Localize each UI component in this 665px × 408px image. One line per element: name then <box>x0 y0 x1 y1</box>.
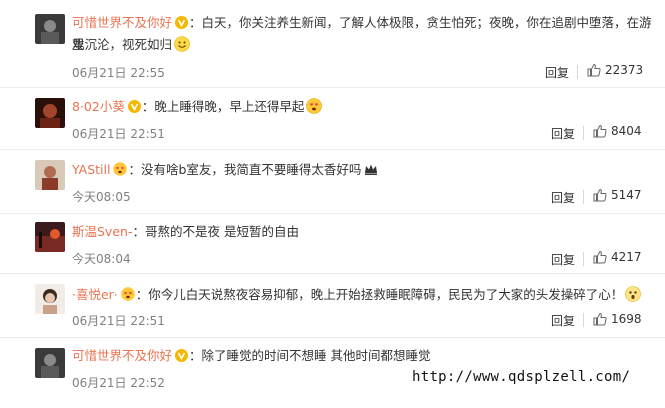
like-button[interactable]: 8404 <box>593 124 642 138</box>
watermark-text: http://www.qdsplzell.com/ <box>412 369 631 385</box>
username-link[interactable]: YAStill <box>72 162 110 177</box>
divider <box>583 313 584 327</box>
thumbs-up-icon <box>593 250 607 264</box>
comment-time: 今天08:04 <box>72 252 131 266</box>
comment-item: 8·02小葵 ：晚上睡得晚，早上还得早起 06月21日 22:51 回复 8404 <box>0 88 665 150</box>
comment-text: 斯温Sven-：哥熬的不是夜 是短暂的自由 <box>72 221 655 243</box>
comment-item: 斯温Sven-：哥熬的不是夜 是短暂的自由 今天08:04 回复 4217 <box>0 214 665 274</box>
comment-item: YAStill ：没有啥b室友，我简直不要睡得太香好吗 今天08:05 回复 51… <box>0 150 665 214</box>
comment-text: ·喜悦er· ：你今儿白天说熬夜容易抑郁，晚上开始拯救睡眠障碍，民民为了大家的头发… <box>72 284 655 306</box>
reply-button[interactable]: 回复 <box>551 312 575 329</box>
comment-text: 可惜世界不及你好 ：除了睡觉的时间不想睡 其他时间都想睡觉 <box>72 345 655 367</box>
comment-item: 可惜世界不及你好 ：白天，你关注养生新闻，了解人体极限，贪生怕死；夜晚，你在追剧中… <box>0 0 665 88</box>
comment-body: ：你今儿白天说熬夜容易抑郁，晚上开始拯救睡眠障碍，民民为了大家的头发操碎了心！ <box>135 287 624 302</box>
heart-eyes-badge-icon <box>120 287 135 301</box>
avatar[interactable] <box>35 98 65 128</box>
comment-body: ：晚上睡得晚，早上还得早起 <box>141 99 305 114</box>
thumbs-up-icon <box>593 188 607 202</box>
comment-time: 今天08:05 <box>72 190 131 204</box>
crown-emoji-icon <box>365 164 378 175</box>
comment-time: 06月21日 22:52 <box>72 376 165 390</box>
avatar[interactable] <box>35 348 65 378</box>
username-link[interactable]: 斯温Sven- <box>72 224 132 239</box>
heart-eyes-emoji-icon <box>306 98 323 114</box>
reply-button[interactable]: 回复 <box>545 64 569 81</box>
like-count: 4217 <box>611 250 642 264</box>
comment-time: 06月21日 22:51 <box>72 127 165 141</box>
divider <box>583 126 584 140</box>
avatar[interactable] <box>35 14 65 44</box>
comment-text: YAStill ：没有啥b室友，我简直不要睡得太香好吗 <box>72 159 655 181</box>
verified-badge-icon <box>127 100 141 113</box>
verified-badge-icon <box>175 16 189 29</box>
username-link[interactable]: ·喜悦er· <box>72 287 118 302</box>
reply-button[interactable]: 回复 <box>551 251 575 268</box>
like-count: 22373 <box>605 63 644 77</box>
reply-button[interactable]: 回复 <box>551 189 575 206</box>
divider <box>577 65 578 79</box>
surprised-emoji-icon <box>625 286 642 302</box>
comment-body: ：没有啥b室友，我简直不要睡得太香好吗 <box>128 162 362 177</box>
comment-body: ：哥熬的不是夜 是短暂的自由 <box>132 224 299 239</box>
avatar[interactable] <box>35 160 65 190</box>
like-count: 5147 <box>611 188 642 202</box>
thumbs-up-icon <box>593 124 607 138</box>
like-count: 8404 <box>611 124 642 138</box>
reply-button[interactable]: 回复 <box>551 125 575 142</box>
divider <box>583 190 584 204</box>
username-link[interactable]: 8·02小葵 <box>72 99 125 114</box>
username-link[interactable]: 可惜世界不及你好 <box>72 348 172 363</box>
username-link[interactable]: 可惜世界不及你好 <box>72 15 172 30</box>
comment-time: 06月21日 22:51 <box>72 314 165 328</box>
like-button[interactable]: 4217 <box>593 250 642 264</box>
like-button[interactable]: 1698 <box>593 312 642 326</box>
avatar[interactable] <box>35 284 65 314</box>
comment-text-cont: 里沉沦，视死如归 <box>72 34 655 56</box>
comment-item: ·喜悦er· ：你今儿白天说熬夜容易抑郁，晚上开始拯救睡眠障碍，民民为了大家的头发… <box>0 274 665 338</box>
comment-time: 06月21日 22:55 <box>72 66 165 80</box>
like-button[interactable]: 22373 <box>587 63 643 77</box>
thumbs-up-icon <box>587 63 601 77</box>
verified-badge-icon <box>175 349 189 362</box>
comment-body-cont: 里沉沦，视死如归 <box>72 37 173 52</box>
like-count: 1698 <box>611 312 642 326</box>
divider <box>583 252 584 266</box>
comment-body: ：除了睡觉的时间不想睡 其他时间都想睡觉 <box>189 348 431 363</box>
heart-eyes-badge-icon <box>113 162 128 176</box>
thumbs-up-icon <box>593 312 607 326</box>
avatar[interactable] <box>35 222 65 252</box>
smile-emoji-icon <box>174 36 190 52</box>
comment-text: 8·02小葵 ：晚上睡得晚，早上还得早起 <box>72 96 655 118</box>
like-button[interactable]: 5147 <box>593 188 642 202</box>
comment-item: 可惜世界不及你好 ：除了睡觉的时间不想睡 其他时间都想睡觉 06月21日 22:5… <box>0 338 665 396</box>
